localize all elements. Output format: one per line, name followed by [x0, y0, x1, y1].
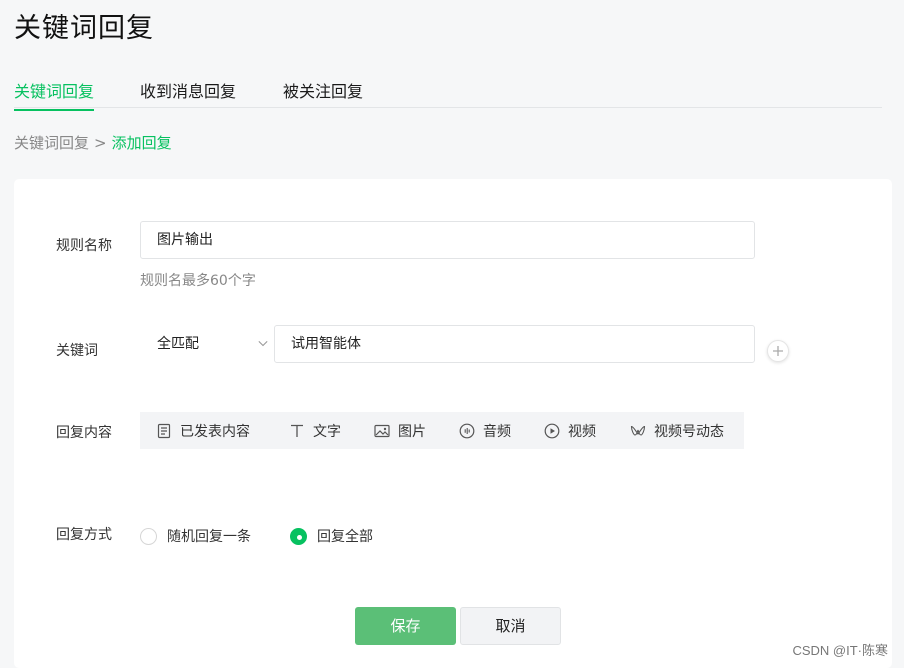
reply-type-audio-label: 音频 [483, 423, 511, 440]
radio-reply-all-indicator [290, 527, 307, 545]
page: 关键词回复 关键词回复 收到消息回复 被关注回复 关键词回复 > 添加回复 规则名称… [0, 0, 904, 668]
text-icon [291, 424, 303, 437]
reply-content-toolbar: 已发表内容 文字 图片 音频 视频 视频号动态 [140, 412, 744, 449]
reply-type-published-label: 已发表内容 [180, 423, 250, 440]
keyword-input[interactable]: 试用智能体 [274, 325, 755, 363]
tab-message-reply[interactable]: 收到消息回复 [140, 78, 236, 110]
breadcrumb-current: 添加回复 [111, 134, 172, 152]
plus-icon [773, 346, 783, 356]
rule-name-hint: 规则名最多60个字 [140, 273, 256, 289]
radio-reply-all-label: 回复全部 [317, 529, 373, 545]
document-icon [157, 423, 171, 438]
video-play-icon [544, 423, 560, 438]
reply-form-card: 规则名称 图片输出 规则名最多60个字 关键词 全匹配 试用智能体 回复内容 已… [14, 179, 892, 668]
tab-bar: 关键词回复 收到消息回复 被关注回复 [14, 78, 882, 111]
radio-random-one-label: 随机回复一条 [167, 529, 251, 545]
audio-icon [459, 423, 475, 438]
reply-content-label: 回复内容 [56, 425, 112, 441]
reply-type-audio[interactable]: 音频 [459, 421, 544, 441]
save-button[interactable]: 保存 [355, 607, 456, 645]
reply-type-image[interactable]: 图片 [374, 421, 459, 441]
reply-type-channels-label: 视频号动态 [654, 423, 724, 440]
reply-type-video-label: 视频 [568, 423, 596, 440]
reply-type-video[interactable]: 视频 [544, 421, 630, 441]
reply-mode-label: 回复方式 [56, 527, 112, 543]
image-icon [374, 424, 390, 437]
radio-reply-all[interactable]: 回复全部 [290, 526, 373, 546]
radio-random-one-indicator [140, 527, 157, 545]
breadcrumb: 关键词回复 > 添加回复 [14, 132, 172, 153]
match-mode-value: 全匹配 [157, 336, 199, 352]
rule-name-input[interactable]: 图片输出 [140, 221, 755, 259]
tab-follow-reply[interactable]: 被关注回复 [283, 78, 363, 110]
cancel-button[interactable]: 取消 [460, 607, 561, 645]
rule-name-label: 规则名称 [56, 238, 112, 254]
add-keyword-button[interactable] [767, 340, 789, 362]
keyword-label: 关键词 [56, 343, 98, 359]
reply-type-text-label: 文字 [313, 423, 341, 440]
match-mode-select[interactable]: 全匹配 [140, 325, 272, 363]
channels-icon [630, 425, 646, 436]
radio-random-one[interactable]: 随机回复一条 [140, 526, 251, 546]
tab-keyword-reply[interactable]: 关键词回复 [14, 78, 95, 111]
breadcrumb-separator: > [94, 134, 107, 152]
breadcrumb-parent[interactable]: 关键词回复 [14, 134, 89, 152]
page-title: 关键词回复 [14, 13, 154, 44]
chevron-down-icon [258, 340, 268, 347]
reply-type-image-label: 图片 [398, 423, 426, 440]
reply-type-text[interactable]: 文字 [289, 421, 374, 441]
reply-type-channels[interactable]: 视频号动态 [630, 421, 740, 441]
reply-type-published[interactable]: 已发表内容 [156, 421, 289, 441]
watermark: CSDN @IT·陈寒 [792, 643, 888, 658]
